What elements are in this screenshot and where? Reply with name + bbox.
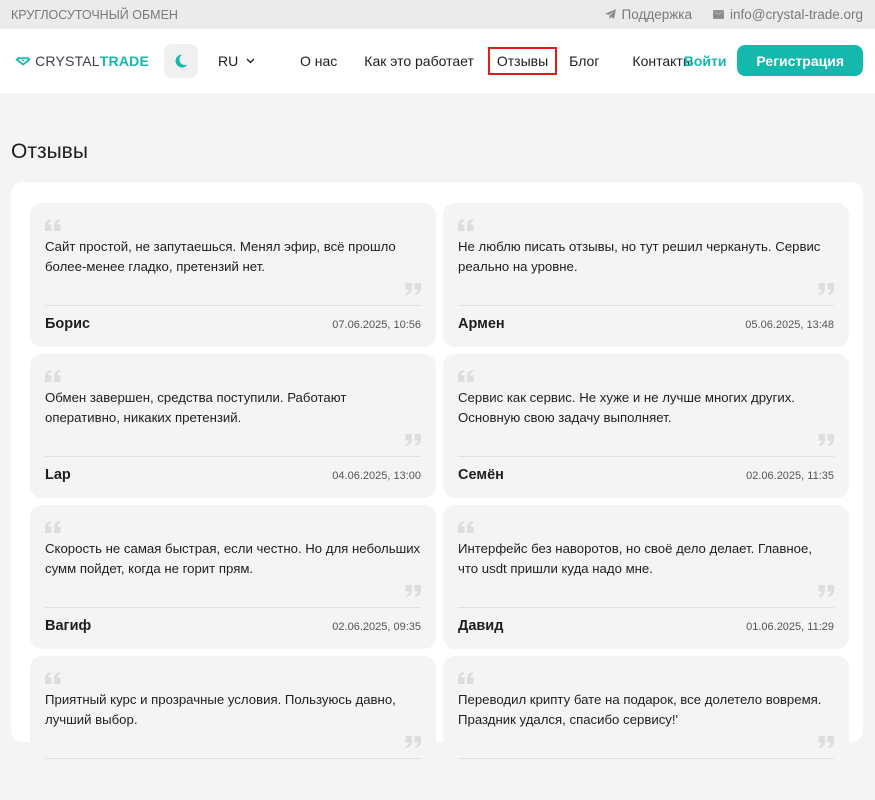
tagline: КРУГЛОСУТОЧНЫЙ ОБМЕН: [11, 7, 178, 22]
review-date: 01.06.2025, 11:29: [746, 621, 834, 633]
quote-close-icon: [405, 735, 421, 748]
quote-open-icon: [458, 218, 474, 231]
mail-icon: [713, 10, 724, 19]
review-date: 05.06.2025, 13:48: [745, 319, 834, 331]
review-divider: [45, 305, 421, 306]
telegram-icon: [604, 9, 616, 20]
review-card: Сайт простой, не запутаешься. Менял эфир…: [30, 203, 436, 347]
quote-close-icon: [818, 584, 834, 597]
theme-toggle-button[interactable]: [164, 44, 198, 78]
reviews-grid: Сайт простой, не запутаешься. Менял эфир…: [30, 203, 849, 800]
review-text: Переводил крипту бате на подарок, все до…: [458, 692, 822, 727]
review-date: 02.06.2025, 11:35: [746, 470, 834, 482]
nav-item-how-it-works[interactable]: Как это работает: [355, 47, 483, 75]
review-author: Lap: [45, 467, 71, 483]
review-divider: [458, 607, 834, 608]
review-author: Давид: [458, 618, 504, 634]
review-divider: [458, 305, 834, 306]
support-link[interactable]: Поддержка: [604, 7, 692, 22]
review-text: Приятный курс и прозрачные условия. Поль…: [45, 692, 396, 727]
language-selector[interactable]: RU: [218, 53, 255, 69]
review-author: Армен: [458, 316, 505, 332]
register-button[interactable]: Регистрация: [737, 45, 863, 76]
page-title: Отзывы: [11, 140, 88, 163]
review-text: Обмен завершен, средства поступили. Рабо…: [45, 390, 347, 425]
review-divider: [45, 456, 421, 457]
review-author: Борис: [45, 316, 91, 332]
review-text: Не люблю писать отзывы, но тут решил чер…: [458, 239, 821, 274]
review-author: Вагиф: [45, 618, 92, 634]
site-header: CRYSTALTRADE RU О нас Как это работает О…: [0, 29, 875, 93]
review-text: Скорость не самая быстрая, если честно. …: [45, 541, 421, 576]
nav-item-reviews[interactable]: Отзывы: [487, 47, 558, 75]
review-card: Переводил крипту бате на подарок, все до…: [443, 656, 849, 800]
quote-open-icon: [45, 520, 61, 533]
login-link[interactable]: Войти: [684, 53, 727, 69]
quote-open-icon: [45, 218, 61, 231]
brand-name-part1: CRYSTAL: [35, 53, 100, 69]
brand-name-part2: TRADE: [99, 53, 149, 69]
review-divider: [45, 758, 421, 759]
quote-open-icon: [45, 369, 61, 382]
moon-icon: [175, 54, 188, 68]
chevron-down-icon: [246, 58, 255, 64]
email-link[interactable]: info@crystal-trade.org: [712, 7, 863, 22]
review-divider: [458, 758, 834, 759]
quote-close-icon: [405, 433, 421, 446]
review-card: Сервис как сервис. Не хуже и не лучше мн…: [443, 354, 849, 498]
nav-item-blog[interactable]: Блог: [560, 47, 608, 75]
quote-open-icon: [458, 671, 474, 684]
review-date: 04.06.2025, 13:00: [332, 470, 421, 482]
review-date: 07.06.2025, 10:56: [332, 319, 421, 331]
support-label: Поддержка: [621, 7, 692, 22]
review-author: Семён: [458, 467, 504, 483]
review-text: Сервис как сервис. Не хуже и не лучше мн…: [458, 390, 795, 425]
review-card: Приятный курс и прозрачные условия. Поль…: [30, 656, 436, 800]
quote-close-icon: [818, 433, 834, 446]
reviews-panel: Сайт простой, не запутаешься. Менял эфир…: [11, 182, 863, 800]
review-card: Скорость не самая быстрая, если честно. …: [30, 505, 436, 649]
review-divider: [45, 607, 421, 608]
main-nav: О нас Как это работает Отзывы Блог Конта…: [300, 29, 702, 93]
quote-close-icon: [818, 735, 834, 748]
crystal-logo-icon: [15, 57, 31, 66]
email-label: info@crystal-trade.org: [729, 7, 863, 22]
quote-open-icon: [45, 671, 61, 684]
review-divider: [458, 456, 834, 457]
review-card: Не люблю писать отзывы, но тут решил чер…: [443, 203, 849, 347]
nav-item-about[interactable]: О нас: [291, 47, 346, 75]
quote-close-icon: [818, 282, 834, 295]
brand-logo[interactable]: CRYSTALTRADE: [15, 49, 149, 73]
quote-open-icon: [458, 520, 474, 533]
review-date: 02.06.2025, 09:35: [332, 621, 421, 633]
quote-open-icon: [458, 369, 474, 382]
review-card: Интерфейс без наворотов, но своё дело де…: [443, 505, 849, 649]
review-text: Интерфейс без наворотов, но своё дело де…: [458, 541, 813, 576]
review-text: Сайт простой, не запутаешься. Менял эфир…: [45, 239, 396, 274]
language-label: RU: [218, 53, 239, 69]
quote-close-icon: [405, 282, 421, 295]
review-card: Обмен завершен, средства поступили. Рабо…: [30, 354, 436, 498]
quote-close-icon: [405, 584, 421, 597]
top-info-bar: КРУГЛОСУТОЧНЫЙ ОБМЕН Поддержка info@crys…: [0, 0, 875, 29]
